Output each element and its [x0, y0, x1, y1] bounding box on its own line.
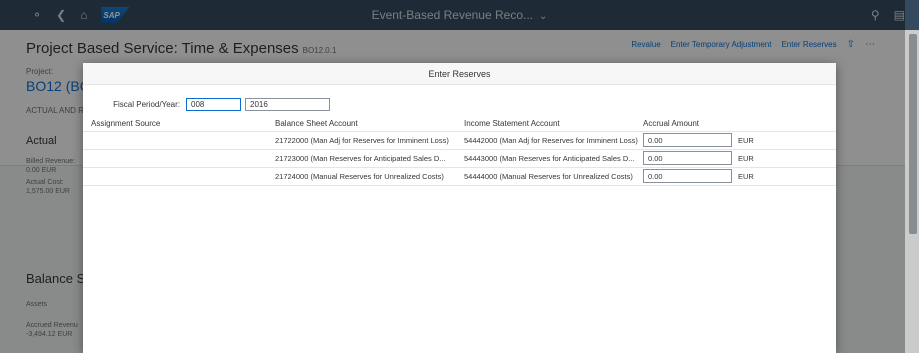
column-header-currency [734, 117, 836, 132]
column-header-income-statement-account: Income Statement Account [455, 117, 641, 132]
page-scrollbar-thumb[interactable] [909, 34, 917, 234]
enter-reserves-dialog: Enter Reserves Fiscal Period/Year: 008 2… [83, 63, 836, 353]
column-header-balance-sheet-account: Balance Sheet Account [266, 117, 455, 132]
fiscal-period-row: Fiscal Period/Year: 008 2016 [83, 85, 836, 115]
income-statement-account-cell: 54442000 (Man Adj for Reserves for Immin… [455, 131, 641, 150]
currency-cell: EUR [734, 167, 836, 186]
column-header-accrual-amount: Accrual Amount [641, 117, 734, 132]
accrual-amount-input[interactable]: 0.00 [643, 133, 732, 147]
currency-cell: EUR [734, 131, 836, 150]
currency-cell: EUR [734, 149, 836, 168]
balance-sheet-account-cell: 21723000 (Man Reserves for Anticipated S… [266, 149, 455, 168]
balance-sheet-account-cell: 21724000 (Manual Reserves for Unrealized… [266, 167, 455, 186]
income-statement-account-cell: 54444000 (Manual Reserves for Unrealized… [455, 167, 641, 186]
accrual-amount-input[interactable]: 0.00 [643, 151, 732, 165]
table-header-row: Assignment Source Balance Sheet Account … [83, 117, 836, 132]
balance-sheet-account-cell: 21722000 (Man Adj for Reserves for Immin… [266, 131, 455, 150]
column-header-assignment-source: Assignment Source [83, 117, 266, 132]
reserves-table: Assignment Source Balance Sheet Account … [83, 117, 836, 186]
fiscal-period-input[interactable]: 008 [186, 97, 241, 111]
table-row: 21724000 (Manual Reserves for Unrealized… [83, 167, 836, 186]
assignment-source-cell [83, 167, 266, 186]
assignment-source-cell [83, 131, 266, 150]
assignment-source-cell [83, 149, 266, 168]
table-row: 21722000 (Man Adj for Reserves for Immin… [83, 131, 836, 150]
fiscal-period-label: Fiscal Period/Year: [113, 99, 180, 109]
table-row: 21723000 (Man Reserves for Anticipated S… [83, 149, 836, 168]
income-statement-account-cell: 54443000 (Man Reserves for Anticipated S… [455, 149, 641, 168]
accrual-amount-input[interactable]: 0.00 [643, 169, 732, 183]
fiscal-year-input[interactable]: 2016 [245, 97, 330, 111]
dialog-title: Enter Reserves [83, 63, 836, 85]
